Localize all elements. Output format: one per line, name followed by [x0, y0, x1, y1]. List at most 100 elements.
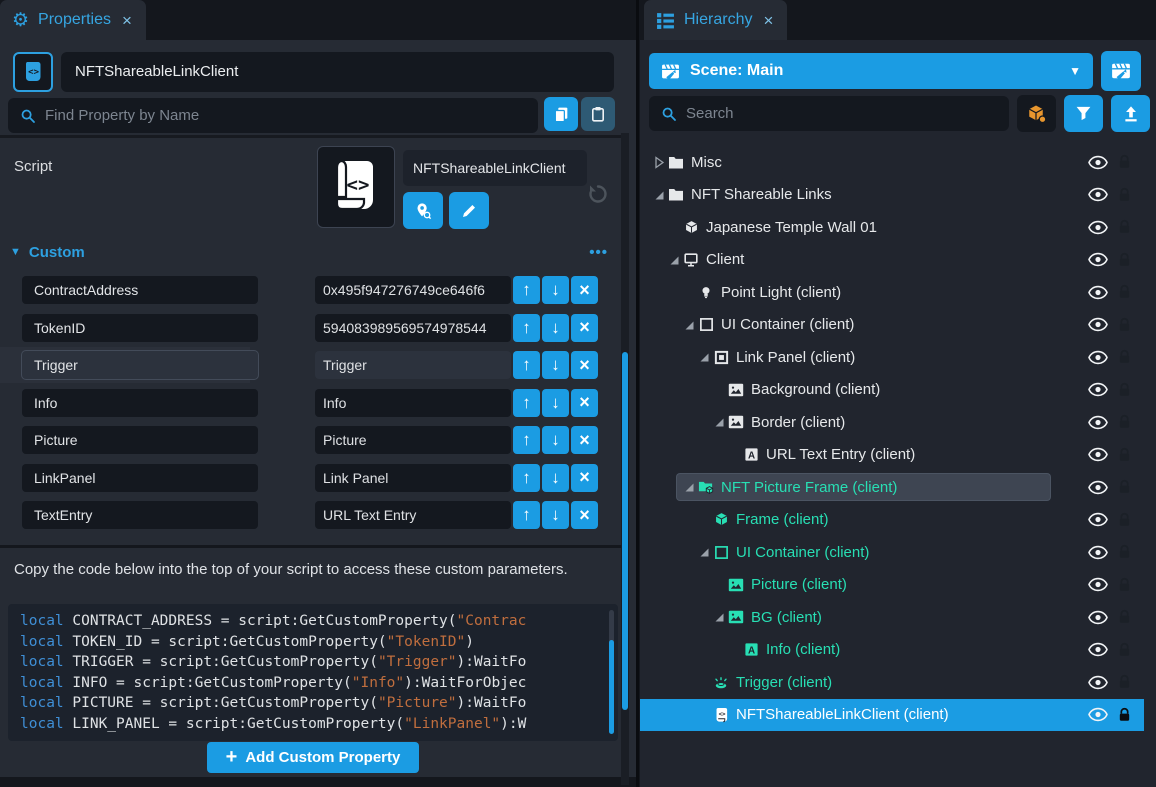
property-name-field[interactable]: TokenID [22, 314, 258, 342]
move-down-button[interactable]: ↓ [542, 426, 569, 454]
lock-icon[interactable] [1116, 219, 1132, 235]
move-up-button[interactable]: ↑ [513, 276, 540, 304]
property-name-field[interactable]: LinkPanel [22, 464, 258, 492]
code-snippet-box[interactable]: local CONTRACT_ADDRESS = script:GetCusto… [8, 604, 618, 741]
collapse-arrow-icon[interactable] [682, 318, 696, 332]
close-icon[interactable]: × [122, 12, 132, 29]
object-visibility-button[interactable] [1017, 95, 1056, 132]
move-up-button[interactable]: ↑ [513, 464, 540, 492]
remove-property-button[interactable]: × [571, 426, 598, 454]
property-value-field[interactable]: Info [315, 389, 511, 417]
remove-property-button[interactable]: × [571, 464, 598, 492]
collapse-arrow-icon[interactable] [667, 253, 681, 267]
close-icon[interactable]: × [763, 12, 773, 29]
eye-visibility-icon[interactable] [1088, 252, 1108, 267]
eye-visibility-icon[interactable] [1088, 317, 1108, 332]
remove-property-button[interactable]: × [571, 314, 598, 342]
eye-visibility-icon[interactable] [1088, 512, 1108, 527]
property-value-field[interactable]: 594083989569574978544 [315, 314, 511, 342]
hierarchy-row[interactable]: Border (client) [640, 406, 1144, 439]
eye-visibility-icon[interactable] [1088, 480, 1108, 495]
hierarchy-row[interactable]: AInfo (client) [640, 634, 1144, 667]
eye-visibility-icon[interactable] [1088, 187, 1108, 202]
move-down-button[interactable]: ↓ [542, 276, 569, 304]
hierarchy-row[interactable]: UI Container (client) [640, 536, 1144, 569]
eye-visibility-icon[interactable] [1088, 447, 1108, 462]
script-asset-thumbnail[interactable]: <> [317, 146, 395, 228]
collapse-arrow-icon[interactable] [712, 610, 726, 624]
eye-visibility-icon[interactable] [1088, 415, 1108, 430]
lock-icon[interactable] [1116, 642, 1132, 658]
eye-visibility-icon[interactable] [1088, 155, 1108, 170]
find-script-button[interactable] [403, 192, 443, 229]
property-value-field[interactable]: Trigger [315, 351, 511, 379]
hierarchy-row[interactable]: Japanese Temple Wall 01 [640, 211, 1144, 244]
add-custom-property-button[interactable]: + Add Custom Property [207, 742, 419, 773]
hierarchy-search-input[interactable]: Search [649, 96, 1009, 131]
edit-script-button[interactable] [449, 192, 489, 229]
properties-scrollbar[interactable] [621, 133, 629, 785]
hierarchy-row[interactable]: Link Panel (client) [640, 341, 1144, 374]
filter-button[interactable] [1064, 95, 1103, 132]
move-down-button[interactable]: ↓ [542, 351, 569, 379]
hierarchy-row[interactable]: <>NFTShareableLinkClient (client) [640, 699, 1144, 732]
script-asset-name[interactable]: NFTShareableLinkClient [403, 150, 587, 186]
collapse-arrow-icon[interactable] [652, 188, 666, 202]
move-up-button[interactable]: ↑ [513, 314, 540, 342]
lock-icon[interactable] [1116, 154, 1132, 170]
hierarchy-row[interactable]: BG (client) [640, 601, 1144, 634]
move-up-button[interactable]: ↑ [513, 426, 540, 454]
lock-icon[interactable] [1116, 252, 1132, 268]
lock-icon[interactable] [1116, 317, 1132, 333]
property-name-field[interactable]: Picture [22, 426, 258, 454]
move-down-button[interactable]: ↓ [542, 314, 569, 342]
property-name-field[interactable]: ContractAddress [22, 276, 258, 304]
code-scrollbar[interactable] [609, 610, 614, 734]
property-value-field[interactable]: URL Text Entry [315, 501, 511, 529]
eye-visibility-icon[interactable] [1088, 642, 1108, 657]
hierarchy-row[interactable]: Frame (client) [640, 504, 1144, 537]
move-down-button[interactable]: ↓ [542, 389, 569, 417]
property-value-field[interactable]: Picture [315, 426, 511, 454]
custom-section-header[interactable]: ▼ Custom ••• [0, 240, 622, 264]
property-value-field[interactable]: 0x495f947276749ce646f6 [315, 276, 511, 304]
lock-icon[interactable] [1116, 187, 1132, 203]
eye-visibility-icon[interactable] [1088, 577, 1108, 592]
eye-visibility-icon[interactable] [1088, 707, 1108, 722]
eye-visibility-icon[interactable] [1088, 545, 1108, 560]
collapse-arrow-icon[interactable] [697, 350, 711, 364]
remove-property-button[interactable]: × [571, 501, 598, 529]
paste-properties-button[interactable] [581, 97, 615, 131]
lock-icon[interactable] [1116, 382, 1132, 398]
lock-icon[interactable] [1116, 609, 1132, 625]
collapse-arrow-icon[interactable] [712, 415, 726, 429]
hierarchy-row[interactable]: Background (client) [640, 374, 1144, 407]
eye-visibility-icon[interactable] [1088, 285, 1108, 300]
hierarchy-row[interactable]: UI Container (client) [640, 309, 1144, 342]
hierarchy-row[interactable]: AURL Text Entry (client) [640, 439, 1144, 472]
move-down-button[interactable]: ↓ [542, 501, 569, 529]
hierarchy-row[interactable]: Client [640, 244, 1144, 277]
lock-icon[interactable] [1116, 512, 1132, 528]
find-property-input[interactable]: Find Property by Name [8, 98, 538, 133]
lock-icon[interactable] [1116, 447, 1132, 463]
remove-property-button[interactable]: × [571, 276, 598, 304]
property-name-field[interactable]: Info [22, 389, 258, 417]
move-up-button[interactable]: ↑ [513, 389, 540, 417]
hierarchy-row[interactable]: Picture (client) [640, 569, 1144, 602]
lock-icon[interactable] [1116, 414, 1132, 430]
section-menu-icon[interactable]: ••• [589, 244, 608, 261]
hierarchy-row[interactable]: NFT Picture Frame (client) [640, 471, 1144, 504]
eye-visibility-icon[interactable] [1088, 350, 1108, 365]
lock-icon[interactable] [1116, 349, 1132, 365]
property-value-field[interactable]: Link Panel [315, 464, 511, 492]
object-name-field[interactable]: NFTShareableLinkClient [61, 52, 614, 92]
expand-arrow-icon[interactable] [652, 155, 666, 169]
scrollbar-thumb[interactable] [622, 352, 628, 710]
lock-icon[interactable] [1116, 284, 1132, 300]
eye-visibility-icon[interactable] [1088, 675, 1108, 690]
lock-icon[interactable] [1116, 707, 1132, 723]
reset-property-icon[interactable] [586, 182, 610, 206]
copy-properties-button[interactable] [544, 97, 578, 131]
eye-visibility-icon[interactable] [1088, 382, 1108, 397]
